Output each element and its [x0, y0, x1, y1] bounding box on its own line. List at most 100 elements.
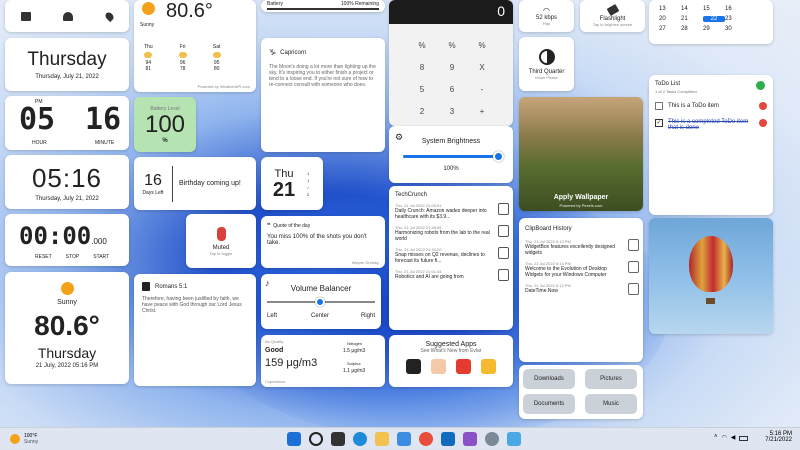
edge-icon[interactable]: [353, 432, 367, 446]
checked-checkbox[interactable]: ✓: [655, 119, 663, 127]
folders-widget: Downloads Pictures Documents Music: [519, 365, 643, 419]
calc-key[interactable]: %: [407, 34, 437, 56]
moon-label: Moon Phase: [535, 74, 558, 80]
store-icon[interactable]: [397, 432, 411, 446]
copy-icon: [628, 261, 639, 273]
news-item[interactable]: Thu, 21 Jul 2022 21:40:20 Snap misses on …: [389, 244, 513, 266]
flashlight-widget[interactable]: Flashlight Tap to brighten screen: [580, 0, 645, 32]
wallet-icon[interactable]: [21, 11, 32, 21]
stopwatch-widget: 00:00 .000 RESET STOP START: [5, 214, 129, 266]
calc-key[interactable]: %: [467, 34, 497, 56]
spy-icon[interactable]: [63, 11, 74, 21]
taskbar-date[interactable]: 7/21/2022: [765, 437, 792, 443]
sulphur-label: Sulphur: [347, 361, 361, 366]
calc-key[interactable]: +: [467, 100, 497, 122]
add-todo-button[interactable]: [756, 81, 765, 90]
news-app-icon[interactable]: [456, 359, 471, 374]
countdown-event: Birthday coming up!: [179, 180, 241, 187]
downloads-folder-button[interactable]: Downloads: [523, 369, 575, 389]
clipboard-item[interactable]: Thu, 21 Jul 2022 5:13 PM Welcome to the E…: [519, 258, 643, 280]
capricorn-icon: ♑: [269, 48, 277, 57]
wallpaper-credit: Powered by Pexels.com: [559, 203, 603, 208]
verse-text: Therefore, having been justified by fait…: [142, 296, 242, 314]
clipboard-title: ClipBoard History: [525, 226, 572, 232]
drink-app-icon[interactable]: [431, 359, 446, 374]
volume-slider-thumb[interactable]: [315, 297, 325, 307]
chevron-up-icon[interactable]: ˄: [714, 434, 718, 441]
brightness-title: System Brightness: [421, 138, 481, 145]
forecast-day: Thu 94 81: [144, 44, 153, 72]
notes-app-icon[interactable]: [481, 359, 496, 374]
date-tile-weekday: Thu: [274, 167, 294, 180]
music-folder-button[interactable]: Music: [585, 394, 637, 414]
calc-key[interactable]: 6: [437, 78, 467, 100]
delete-icon[interactable]: [759, 119, 767, 127]
calc-key[interactable]: 5: [407, 78, 437, 100]
weather-condition: Sunny: [140, 22, 155, 28]
battery-status: 100% Remaining: [340, 1, 379, 7]
weekday-text: Thursday: [27, 49, 107, 70]
large-weekday: Thursday: [37, 345, 97, 361]
wallpaper-widget[interactable]: Apply Wallpaper Powered by Pexels.com: [519, 97, 643, 211]
mail-icon[interactable]: [441, 432, 455, 446]
task-view-icon[interactable]: [331, 432, 345, 446]
brightness-slider-thumb[interactable]: [493, 151, 504, 162]
settings-icon[interactable]: [485, 432, 499, 446]
news-item[interactable]: Thu, 21 Jul 2022 21:01:34 Robotics and AI…: [389, 266, 513, 283]
calc-key[interactable]: 2: [407, 100, 437, 122]
weather-credit: Powered by WeatherAPI.com: [197, 84, 250, 89]
news-item[interactable]: Thu, 21 Jul 2022 22:00:01 Daily Crunch: A…: [389, 200, 513, 222]
calc-key[interactable]: 3: [437, 100, 467, 122]
minute-label: MINUTE: [95, 140, 115, 146]
taskbar: 100°F Sunny ˄ ◠ ◀ 5:16 PM 7/21/2022: [0, 427, 800, 450]
headphones-app-icon[interactable]: [406, 359, 421, 374]
search-icon[interactable]: [309, 432, 323, 446]
stop-button[interactable]: STOP: [66, 254, 80, 260]
air-quality: Good: [265, 347, 284, 354]
date-tile-day: 21: [272, 178, 296, 201]
taskbar-condition[interactable]: Sunny: [24, 439, 38, 445]
todo-item-completed[interactable]: ✓ This is a completed ToDo item that is …: [655, 119, 767, 131]
network-name: Ray: [542, 21, 551, 26]
battery-icon[interactable]: [739, 436, 749, 441]
weather-small-widget: 80.6° Sunny Thu 94 81 Fri 96 78 Sat 95 80 P…: [134, 0, 256, 92]
start-button[interactable]: START: [93, 254, 109, 260]
article-icon: [498, 203, 509, 215]
wallpaper-title: Apply Wallpaper: [553, 194, 609, 201]
reset-button[interactable]: RESET: [35, 254, 52, 260]
visual-studio-icon[interactable]: [463, 432, 477, 446]
file-explorer-icon[interactable]: [375, 432, 389, 446]
microphone-widget[interactable]: Muted Tap to toggle: [186, 214, 256, 268]
air-quality-widget: Air Quality Good 159 μg/m3 Copernicus Ni…: [261, 335, 385, 387]
widget-app-icon[interactable]: [507, 432, 521, 446]
volume-right: Right: [360, 313, 375, 319]
balloon-basket: [706, 298, 715, 304]
volume-icon[interactable]: ◀: [731, 434, 736, 441]
large-datetime: 21 July, 2022 05:16 PM: [35, 363, 99, 369]
start-icon[interactable]: [287, 432, 301, 446]
checkbox[interactable]: [655, 102, 663, 110]
calendar-today[interactable]: 22: [703, 16, 725, 22]
wifi-icon[interactable]: ◠: [722, 434, 727, 441]
nitrogen-value: 1.5 μg/m3: [343, 348, 366, 354]
chrome-icon[interactable]: [419, 432, 433, 446]
clipboard-item[interactable]: Thu, 21 Jul 2022 5:13 PM DateTime.Now: [519, 280, 643, 297]
day-widget: Thursday Thursday, July 21, 2022: [5, 38, 129, 91]
forecast-day: Sat 95 80: [212, 44, 221, 72]
calculator-display-bg: [389, 0, 513, 24]
calc-key[interactable]: -: [467, 78, 497, 100]
stopwatch-time: 00:00: [19, 222, 92, 250]
calc-key[interactable]: %: [437, 34, 467, 56]
pictures-folder-button[interactable]: Pictures: [585, 369, 637, 389]
news-item[interactable]: Thu, 21 Jul 2022 21:45:06 Harmonizing rob…: [389, 222, 513, 244]
calc-key[interactable]: 9: [437, 56, 467, 78]
todo-item[interactable]: This is a ToDo item: [655, 102, 767, 110]
delete-icon[interactable]: [759, 102, 767, 110]
battery-widget: Battery 100% Remaining: [261, 0, 385, 12]
calc-key[interactable]: X: [467, 56, 497, 78]
clipboard-item[interactable]: Thu, 21 Jul 2022 5:13 PM WidgetBox featur…: [519, 236, 643, 258]
flip-hour: 05: [19, 102, 56, 137]
calc-key[interactable]: 8: [407, 56, 437, 78]
documents-folder-button[interactable]: Documents: [523, 394, 575, 414]
location-pin-icon[interactable]: [103, 10, 115, 22]
